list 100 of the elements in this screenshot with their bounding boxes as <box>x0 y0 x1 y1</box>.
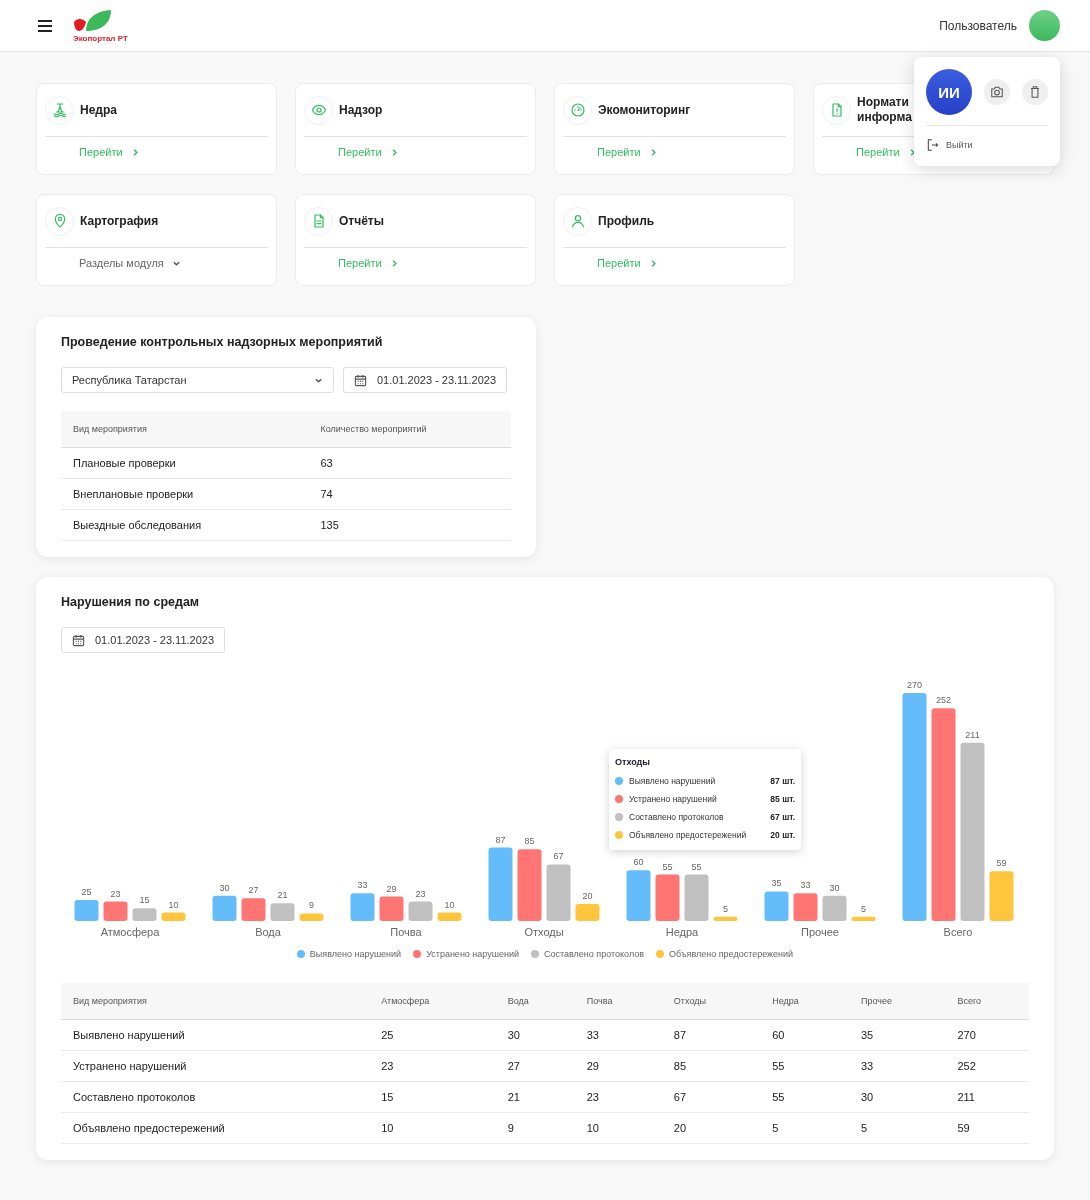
bar[interactable] <box>684 874 709 921</box>
legend-label[interactable]: Устранено нарушений <box>426 949 519 959</box>
column-header: Количество мероприятий <box>308 411 511 448</box>
table-cell: 33 <box>848 1050 946 1082</box>
legend-label[interactable]: Выявлено нарушений <box>309 949 402 959</box>
calendar-icon <box>354 373 367 387</box>
bar[interactable] <box>517 849 542 921</box>
tooltip-label: Выявлено нарушений <box>629 776 717 786</box>
region-select[interactable]: Республика Татарстан <box>61 367 334 393</box>
bar-value-label: 55 <box>691 861 702 872</box>
bar-value-label: 30 <box>829 882 840 893</box>
logout-icon <box>926 138 940 152</box>
table-cell: Выявлено нарушений <box>61 1019 370 1051</box>
column-header: Всего <box>945 983 1029 1020</box>
bar[interactable] <box>437 912 462 921</box>
gauge-icon <box>569 102 586 118</box>
table-cell: 29 <box>574 1050 662 1082</box>
bar[interactable] <box>902 693 927 921</box>
bar[interactable] <box>626 870 651 921</box>
logout-button[interactable]: Выйти <box>926 138 973 152</box>
table-cell: Объявлено предостережений <box>61 1112 370 1144</box>
bar[interactable] <box>655 874 680 921</box>
table-cell: 23 <box>574 1081 662 1113</box>
bar[interactable] <box>960 742 985 921</box>
panel-title: Проведение контрольных надзорных мероприятий <box>61 335 384 349</box>
table-cell: 5 <box>848 1112 946 1144</box>
table-cell: 135 <box>308 509 511 541</box>
table-cell: 27 <box>495 1050 575 1082</box>
bar-value-label: 33 <box>357 880 368 891</box>
category-label: Всего <box>943 926 973 938</box>
calendar-icon <box>72 633 85 647</box>
category-label: Почва <box>390 926 422 938</box>
bar[interactable] <box>822 895 847 921</box>
bar-value-label: 35 <box>771 878 782 889</box>
table-cell: 74 <box>308 478 511 510</box>
table-cell: 55 <box>760 1081 849 1113</box>
bar[interactable] <box>161 912 186 921</box>
bar[interactable] <box>764 891 789 921</box>
tooltip-label: Объявлено предостережений <box>629 830 748 840</box>
camera-button[interactable] <box>984 79 1010 105</box>
module-sections-dropdown[interactable]: Разделы модуля <box>79 257 181 269</box>
bar[interactable] <box>713 916 738 921</box>
user-avatar[interactable] <box>1029 10 1060 41</box>
bar[interactable] <box>575 904 600 921</box>
module-title: Картография <box>80 213 159 229</box>
table-cell: 87 <box>661 1019 761 1051</box>
table-cell: 55 <box>760 1050 849 1082</box>
bar[interactable] <box>103 901 128 921</box>
column-header: Отходы <box>661 983 761 1020</box>
bar[interactable] <box>74 899 99 921</box>
bar-value-label: 252 <box>936 695 951 706</box>
bar-value-label: 10 <box>168 899 179 910</box>
table-cell: 15 <box>369 1081 496 1113</box>
legend-label[interactable]: Составлено протоколов <box>544 949 645 959</box>
tooltip-title: Отходы <box>615 757 651 767</box>
table-cell: 67 <box>661 1081 761 1113</box>
bar-value-label: 20 <box>582 891 593 902</box>
bar[interactable] <box>408 901 433 921</box>
panel-title: Нарушения по средам <box>61 595 201 609</box>
table-cell: Плановые проверки <box>61 447 309 479</box>
bar-value-label: 5 <box>723 903 728 914</box>
bar[interactable] <box>931 708 956 921</box>
bar[interactable] <box>488 847 513 921</box>
bar[interactable] <box>350 893 375 921</box>
bar[interactable] <box>270 903 295 921</box>
category-label: Недра <box>665 926 699 938</box>
table-cell: 5 <box>760 1112 849 1144</box>
tooltip-value: 67 шт. <box>770 812 795 822</box>
bar-value-label: 33 <box>800 880 811 891</box>
tooltip-label: Устранено нарушений <box>629 794 718 804</box>
table-cell: 35 <box>848 1019 946 1051</box>
delete-button[interactable] <box>1022 79 1048 105</box>
bar-value-label: 270 <box>907 680 922 690</box>
bar[interactable] <box>132 908 157 921</box>
bar[interactable] <box>793 893 818 921</box>
table-cell: 60 <box>760 1019 849 1051</box>
date-range-field[interactable]: 01.01.2023 - 23.11.2023 <box>61 627 226 653</box>
legend-label[interactable]: Объявлено предостережений <box>669 949 794 959</box>
category-label: Прочее <box>801 926 839 938</box>
table-cell: 252 <box>945 1050 1029 1082</box>
bar-value-label: 67 <box>553 851 564 862</box>
bar-value-label: 211 <box>965 729 980 740</box>
bar[interactable] <box>851 916 876 921</box>
user-name[interactable]: Пользователь <box>939 18 1017 33</box>
table-cell: 270 <box>945 1019 1029 1051</box>
column-header: Атмосфера <box>369 983 496 1020</box>
menu-icon[interactable] <box>37 18 53 33</box>
bar[interactable] <box>299 913 324 921</box>
bar[interactable] <box>546 864 571 921</box>
trash-icon <box>1028 85 1042 99</box>
bar[interactable] <box>989 871 1014 921</box>
eye-icon <box>310 102 327 118</box>
tooltip-value: 85 шт. <box>770 794 795 804</box>
bar-value-label: 5 <box>861 903 866 914</box>
table-cell: 20 <box>661 1112 761 1144</box>
bar[interactable] <box>379 896 404 921</box>
bar[interactable] <box>241 898 266 921</box>
date-range-field[interactable]: 01.01.2023 - 23.11.2023 <box>343 367 508 393</box>
table-cell: 23 <box>369 1050 496 1082</box>
bar[interactable] <box>212 895 237 921</box>
